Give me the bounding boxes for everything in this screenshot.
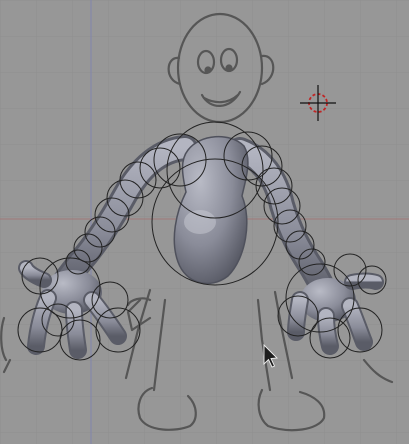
3d-viewport[interactable] bbox=[0, 0, 409, 444]
viewport-canvas bbox=[0, 0, 409, 444]
